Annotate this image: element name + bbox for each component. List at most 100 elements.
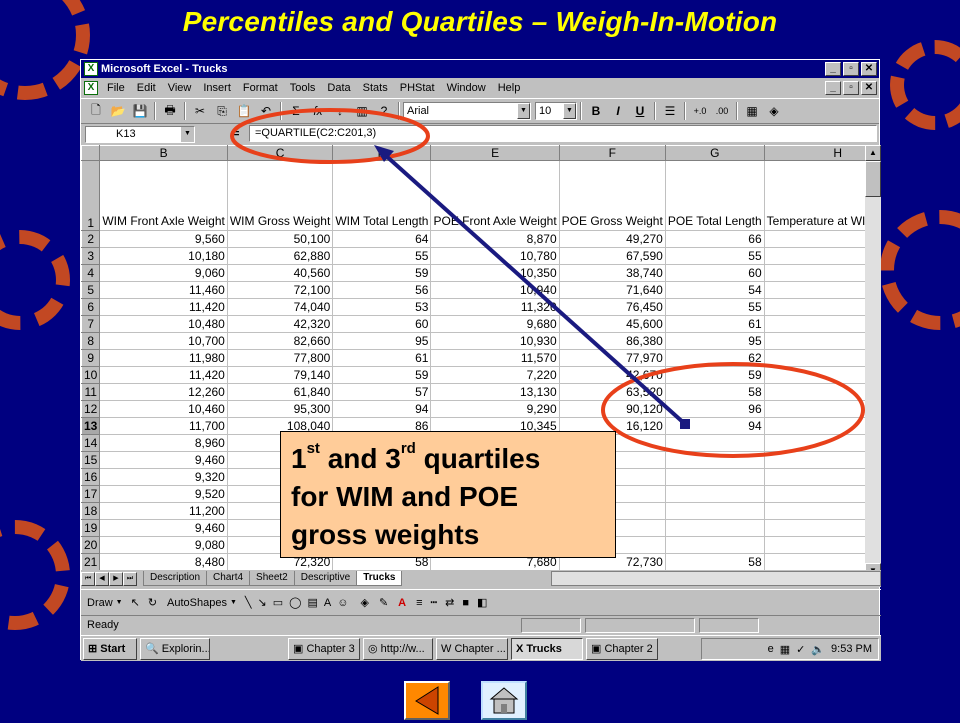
cell[interactable]: 38,740 xyxy=(558,264,666,282)
taskbar-item-browser[interactable]: ◎ http://w... xyxy=(363,637,433,660)
row-header[interactable]: 2 xyxy=(81,230,101,248)
cell[interactable]: 58 xyxy=(664,553,765,571)
cell[interactable]: 95,300 xyxy=(226,400,334,418)
cell[interactable]: 13,130 xyxy=(430,383,560,401)
underline-button[interactable]: U xyxy=(629,101,651,121)
back-arrow-icon[interactable] xyxy=(404,681,450,720)
textbox-icon[interactable]: ▤ xyxy=(307,596,317,609)
cell[interactable]: 59 xyxy=(332,366,432,384)
cell[interactable]: 59 xyxy=(332,264,432,282)
cell[interactable]: 66 xyxy=(763,349,865,367)
name-box[interactable]: K13 ▼ xyxy=(85,125,195,143)
cell[interactable]: 9,520 xyxy=(99,485,228,503)
menu-insert[interactable]: Insert xyxy=(203,82,231,94)
row-header[interactable]: 7 xyxy=(81,315,101,333)
cell[interactable]: 60 xyxy=(332,315,432,333)
cell[interactable]: 66 xyxy=(763,400,865,418)
row-header[interactable]: 21 xyxy=(81,553,101,571)
tab-description[interactable]: Description xyxy=(143,571,208,586)
cell[interactable]: 12,260 xyxy=(99,383,228,401)
row-header[interactable]: 14 xyxy=(81,434,101,452)
cell[interactable]: 11,980 xyxy=(99,349,228,367)
header-cell[interactable]: WIM Gross Weight xyxy=(226,160,334,231)
close-icon[interactable]: ✕ xyxy=(861,62,877,76)
cell[interactable] xyxy=(664,536,765,554)
pointer-icon[interactable]: ↖ xyxy=(131,596,140,609)
tab-sheet2[interactable]: Sheet2 xyxy=(249,571,295,586)
line-style-icon[interactable]: ≡ xyxy=(416,597,422,609)
row-header[interactable]: 8 xyxy=(81,332,101,350)
cell[interactable]: 8,870 xyxy=(430,230,560,248)
cell[interactable]: 46 xyxy=(763,383,865,401)
autosum-icon[interactable]: Σ xyxy=(285,101,307,121)
cell[interactable]: 54 xyxy=(664,281,765,299)
header-cell[interactable]: POE Gross Weight xyxy=(558,160,666,231)
cut-icon[interactable]: ✂ xyxy=(189,101,211,121)
tab-trucks[interactable]: Trucks xyxy=(356,571,403,586)
undo-icon[interactable]: ↶ xyxy=(255,101,277,121)
cell[interactable]: 94 xyxy=(664,417,765,435)
row-header[interactable]: 6 xyxy=(81,298,101,316)
rectangle-icon[interactable]: ▭ xyxy=(273,596,283,609)
cell[interactable]: 71,640 xyxy=(558,281,666,299)
new-file-icon[interactable]: 🗋 xyxy=(85,101,107,121)
cell[interactable]: 61 xyxy=(664,315,765,333)
dash-style-icon[interactable]: ┅ xyxy=(431,596,438,609)
cell[interactable]: 79,140 xyxy=(226,366,334,384)
menu-window[interactable]: Window xyxy=(447,82,486,94)
column-header[interactable]: E xyxy=(430,145,560,161)
menu-phstat[interactable]: PHStat xyxy=(400,82,435,94)
cell[interactable]: 53 xyxy=(332,298,432,316)
cell[interactable]: 11,420 xyxy=(99,298,228,316)
fill-color-icon[interactable]: ◈ xyxy=(360,596,368,609)
cell[interactable]: 55 xyxy=(664,247,765,265)
cell[interactable]: 76 xyxy=(763,315,865,333)
cell[interactable]: 45,600 xyxy=(558,315,666,333)
column-header[interactable]: F xyxy=(558,145,666,161)
cell[interactable]: 95 xyxy=(332,332,432,350)
cell[interactable]: 8,960 xyxy=(99,434,228,452)
restore-icon[interactable]: ▫ xyxy=(843,62,859,76)
home-icon[interactable] xyxy=(481,681,527,720)
row-header[interactable]: 11 xyxy=(81,383,101,401)
window-titlebar[interactable]: X Microsoft Excel - Trucks _ ▫ ✕ xyxy=(81,60,879,78)
cell[interactable]: 10,180 xyxy=(99,247,228,265)
arrow-style-icon[interactable]: ⇄ xyxy=(445,596,454,609)
cell[interactable]: 57 xyxy=(332,383,432,401)
vertical-scrollbar[interactable]: ▲ ▼ xyxy=(865,145,881,579)
arrow-icon[interactable]: ↘ xyxy=(258,596,267,609)
cell[interactable]: 11,320 xyxy=(430,298,560,316)
cell[interactable]: 10,780 xyxy=(430,247,560,265)
cell[interactable]: 9,080 xyxy=(99,536,228,554)
cell[interactable] xyxy=(664,434,765,452)
cell[interactable]: 62 xyxy=(664,349,765,367)
menu-data[interactable]: Data xyxy=(327,82,350,94)
print-icon[interactable]: 🖶 xyxy=(159,101,181,121)
cell[interactable]: 9,460 xyxy=(99,451,228,469)
copy-icon[interactable]: ⎘ xyxy=(211,101,233,121)
row-header[interactable]: 15 xyxy=(81,451,101,469)
cell[interactable]: 72,100 xyxy=(226,281,334,299)
shadow-icon[interactable]: ■ xyxy=(462,597,469,609)
cell[interactable]: 9,560 xyxy=(99,230,228,248)
increase-decimal-icon[interactable]: +.0 xyxy=(689,101,711,121)
column-header[interactable]: B xyxy=(99,145,228,161)
row-header[interactable]: 13 xyxy=(81,417,101,435)
first-sheet-icon[interactable]: ⏮ xyxy=(81,571,95,586)
cell[interactable]: 11,570 xyxy=(430,349,560,367)
cell[interactable]: 77,970 xyxy=(558,349,666,367)
function-icon[interactable]: fx xyxy=(307,101,329,121)
cell[interactable]: 9,680 xyxy=(430,315,560,333)
cell[interactable]: 70 xyxy=(763,247,865,265)
row-header[interactable]: 3 xyxy=(81,247,101,265)
cell[interactable] xyxy=(664,451,765,469)
cell[interactable]: 70 xyxy=(763,264,865,282)
draw-menu[interactable]: Draw xyxy=(87,597,113,609)
minimize-icon[interactable]: _ xyxy=(825,62,841,76)
fill-color-icon[interactable]: ◈ xyxy=(763,101,785,121)
cell[interactable]: 90,120 xyxy=(558,400,666,418)
taskbar-item-trucks[interactable]: X Trucks xyxy=(511,637,583,660)
scroll-thumb[interactable] xyxy=(865,161,881,197)
cell[interactable]: 10,930 xyxy=(430,332,560,350)
cell[interactable]: 74,040 xyxy=(226,298,334,316)
